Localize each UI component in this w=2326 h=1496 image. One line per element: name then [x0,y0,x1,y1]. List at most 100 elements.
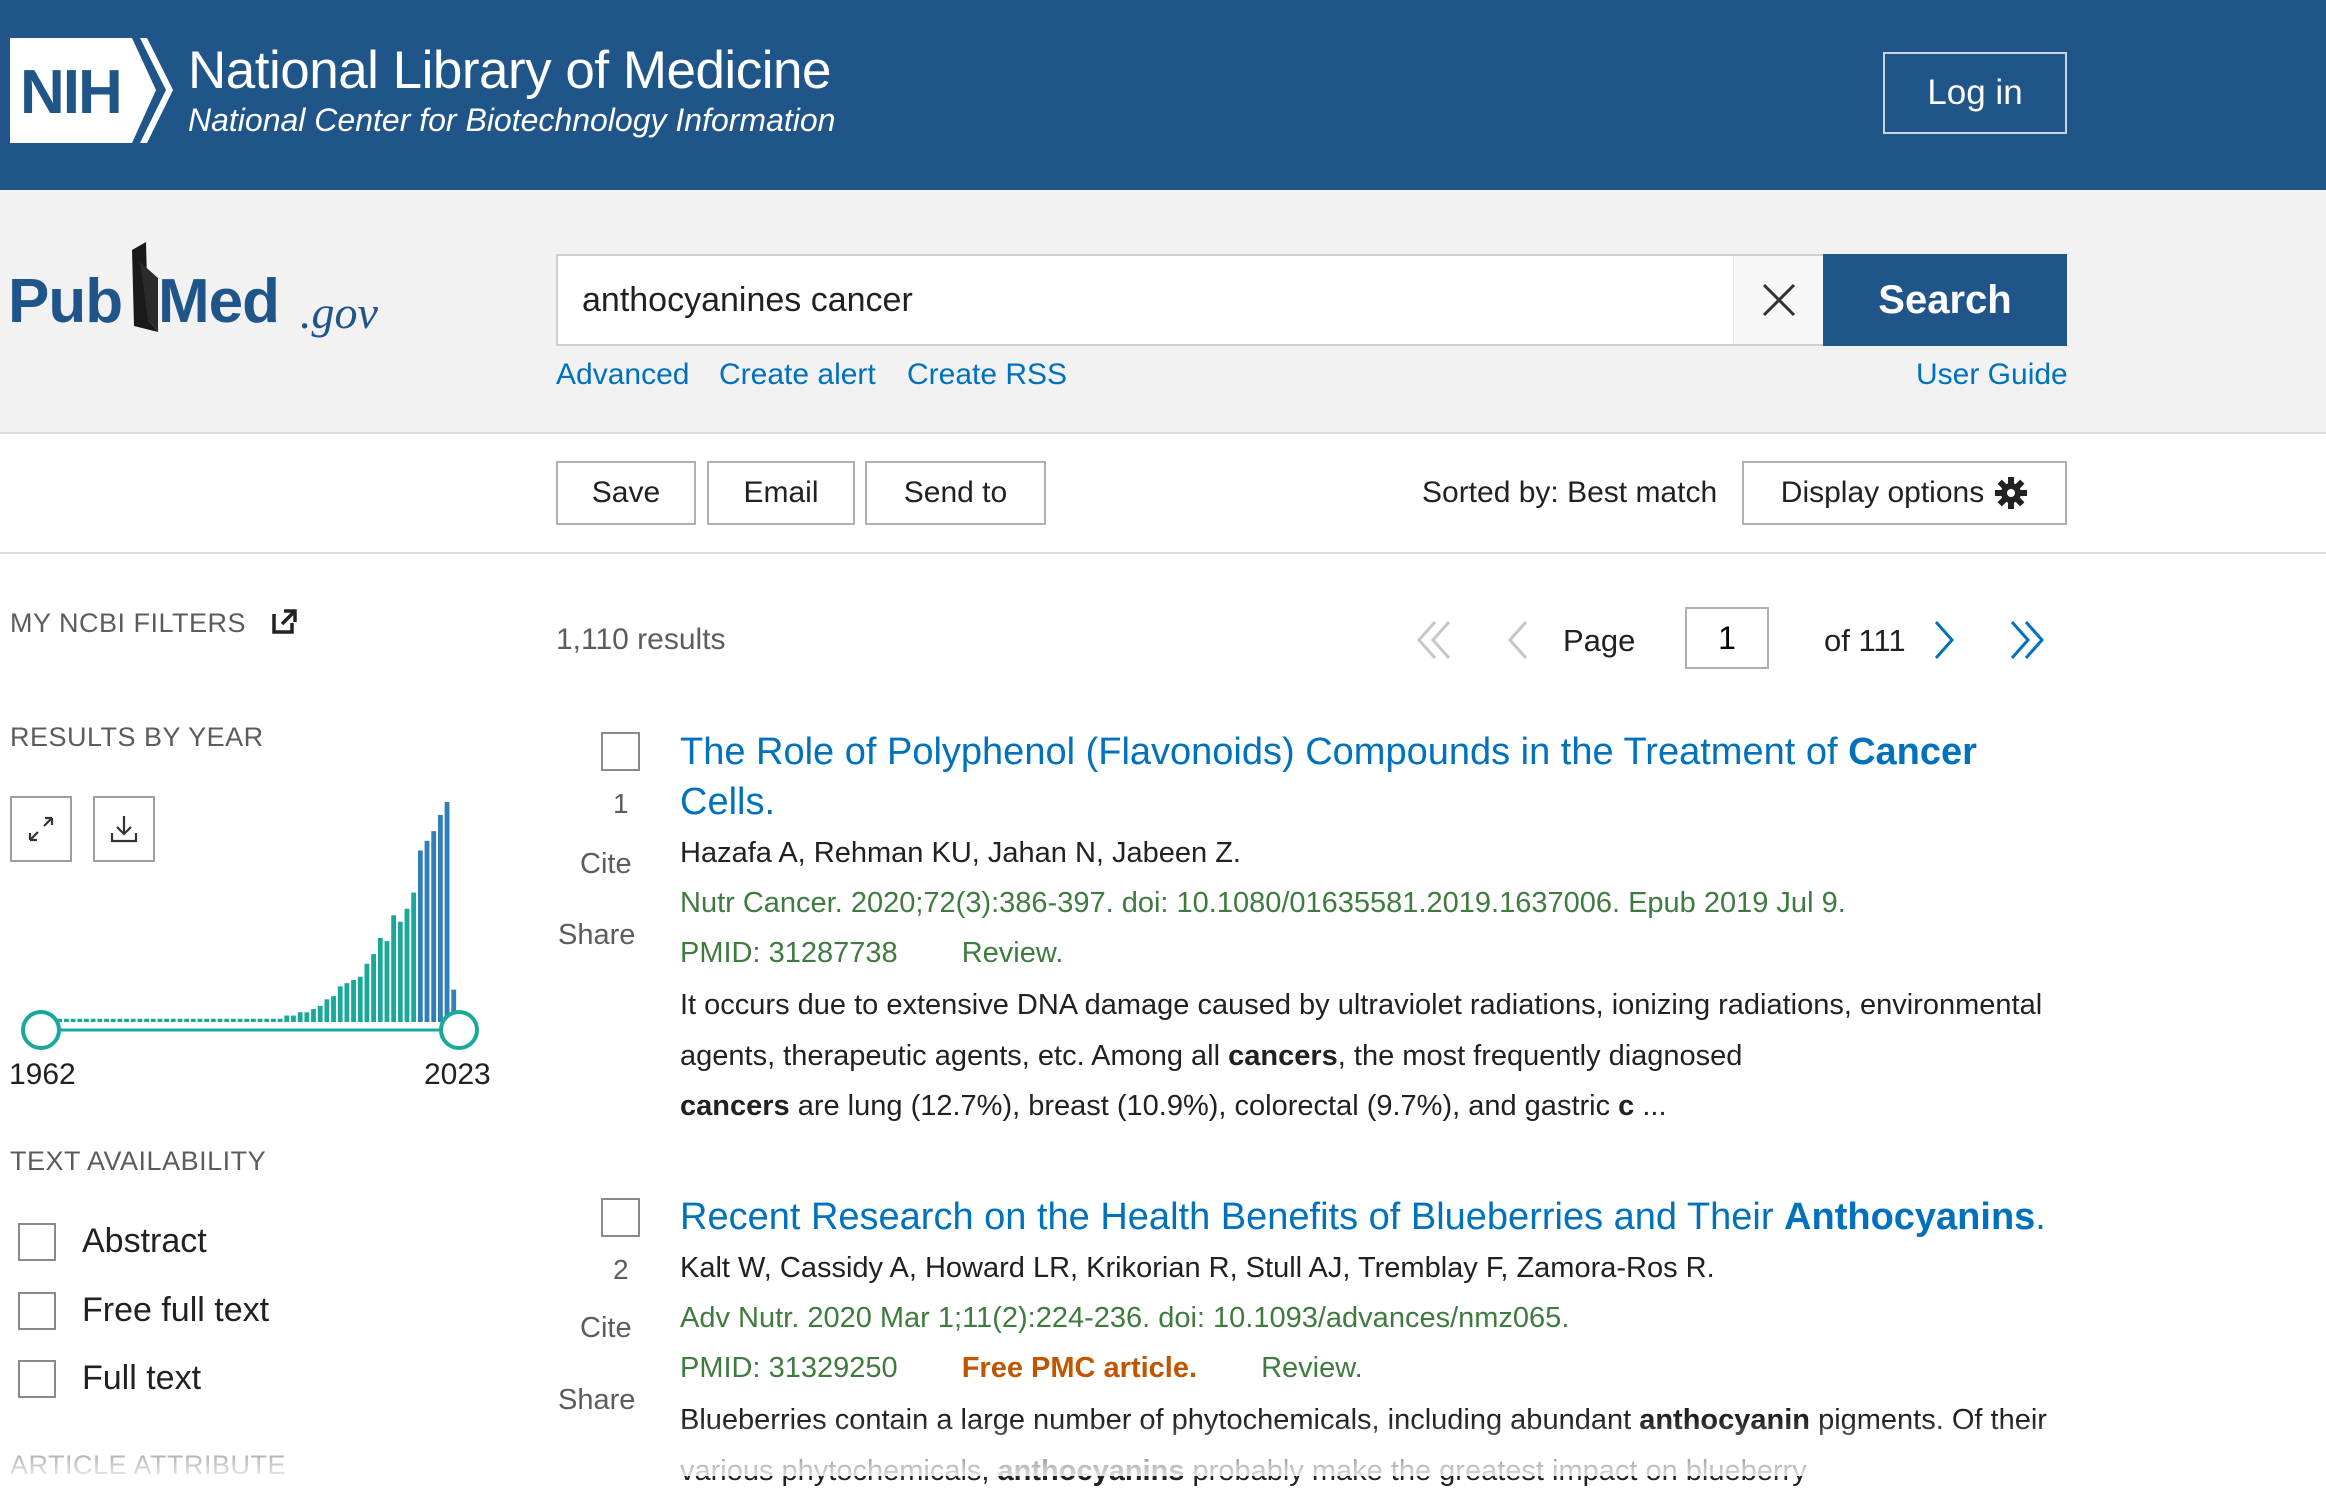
histogram-bar[interactable] [317,1005,323,1022]
send-to-button[interactable]: Send to [865,461,1046,525]
result-checkbox[interactable] [601,1198,640,1237]
histogram-bar[interactable] [110,1018,116,1022]
histogram-bar[interactable] [311,1009,316,1022]
histogram-bar[interactable] [344,983,350,1022]
histogram-bar[interactable] [264,1018,270,1022]
free-pmc-badge[interactable]: Free PMC article. [962,1352,1197,1384]
histogram-bar[interactable] [351,979,356,1022]
histogram-bar[interactable] [417,850,423,1022]
nih-logo[interactable]: NIH [10,38,175,143]
histogram-bar[interactable] [391,915,397,1022]
advanced-link[interactable]: Advanced [556,358,689,392]
histogram-bar[interactable] [424,840,430,1022]
histogram-bar[interactable] [90,1018,96,1022]
result-checkbox[interactable] [601,732,640,771]
histogram-bar[interactable] [184,1018,190,1022]
search-button[interactable]: Search [1823,254,2067,346]
filter-free-full-text[interactable]: Free full text [18,1291,269,1330]
histogram-bar[interactable] [104,1018,109,1022]
clear-search-button[interactable] [1733,256,1824,344]
pubmed-logo-gov: .gov [300,287,379,338]
histogram-bar[interactable] [371,954,376,1022]
histogram-bar[interactable] [204,1018,210,1022]
histogram-bar[interactable] [117,1018,123,1022]
first-page-button[interactable] [1405,610,1465,670]
histogram-bar[interactable] [404,908,410,1022]
histogram-bar[interactable] [251,1018,256,1022]
histogram-bar[interactable] [64,1018,69,1022]
histogram-bar[interactable] [130,1018,136,1022]
result-title-link[interactable]: The Role of Polyphenol (Flavonoids) Comp… [680,727,2050,827]
search-input[interactable] [556,254,1826,346]
histogram-bar[interactable] [210,1018,216,1022]
filter-checkbox[interactable] [18,1222,56,1261]
result-number: 2 [613,1254,629,1285]
share-button[interactable]: Share [558,1384,635,1417]
last-page-button[interactable] [1996,610,2056,670]
histogram-bar[interactable] [144,1018,149,1022]
filter-abstract[interactable]: Abstract [18,1222,207,1261]
filter-checkbox[interactable] [18,1359,56,1398]
histogram-bar[interactable] [331,996,336,1022]
email-button[interactable]: Email [707,461,855,525]
histogram-bar[interactable] [284,1015,290,1022]
histogram-bar[interactable] [70,1018,76,1022]
histogram-bar[interactable] [437,814,443,1022]
histogram-bar[interactable] [230,1018,236,1022]
histogram-bar[interactable] [77,1018,83,1022]
year-start-handle[interactable] [21,1010,61,1050]
cite-button[interactable]: Cite [580,1312,632,1345]
histogram-bar[interactable] [177,1018,183,1022]
histogram-bar[interactable] [224,1018,230,1022]
page-number-input[interactable] [1685,607,1769,669]
histogram-bar[interactable] [384,941,390,1022]
filter-full-text[interactable]: Full text [18,1359,201,1398]
histogram-bar[interactable] [257,1018,263,1022]
user-guide-link[interactable]: User Guide [1916,358,2068,392]
display-options-button[interactable]: Display options [1742,461,2067,525]
histogram-bar[interactable] [237,1018,243,1022]
login-button[interactable]: Log in [1883,52,2067,134]
year-end-handle[interactable] [439,1010,479,1050]
share-button[interactable]: Share [558,919,635,952]
cite-button[interactable]: Cite [580,848,632,881]
histogram-bar[interactable] [217,1018,223,1022]
histogram-bar[interactable] [397,921,403,1022]
histogram-bar[interactable] [304,1012,310,1022]
histogram-bar[interactable] [324,999,330,1022]
histogram-bar[interactable] [197,1018,203,1022]
histogram-bar[interactable] [190,1018,196,1022]
result-title-link[interactable]: Recent Research on the Health Benefits o… [680,1192,2050,1242]
histogram-bar[interactable] [444,802,450,1022]
histogram-bar[interactable] [97,1018,103,1022]
histogram-bar[interactable] [170,1018,176,1022]
filter-checkbox[interactable] [18,1291,56,1330]
pubmed-logo[interactable]: Pub Med .gov [8,240,398,350]
create-alert-link[interactable]: Create alert [719,358,876,392]
histogram-bar[interactable] [337,986,343,1022]
histogram-bar[interactable] [357,976,363,1022]
histogram-bar[interactable] [124,1018,129,1022]
histogram-bar[interactable] [277,1018,283,1022]
histogram-bar[interactable] [150,1018,156,1022]
nih-title[interactable]: National Library of Medicine [188,40,831,101]
histogram-bar[interactable] [84,1018,89,1022]
my-ncbi-filters-heading[interactable]: MY NCBI FILTERS [10,608,298,639]
histogram-bar[interactable] [157,1018,163,1022]
results-by-year-chart[interactable] [10,790,500,1090]
histogram-bar[interactable] [271,1018,276,1022]
histogram-bar[interactable] [137,1018,143,1022]
save-button[interactable]: Save [556,461,696,525]
next-page-button[interactable] [1912,610,1972,670]
histogram-bar[interactable] [164,1018,169,1022]
create-rss-link[interactable]: Create RSS [907,358,1067,392]
histogram-bar[interactable] [364,963,370,1022]
histogram-bar[interactable] [244,1018,250,1022]
sort-label[interactable]: Sorted by: Best match [1422,476,1717,510]
histogram-bar[interactable] [431,831,437,1022]
histogram-bar[interactable] [291,1015,296,1022]
histogram-bar[interactable] [377,937,383,1022]
histogram-bar[interactable] [297,1012,303,1022]
prev-page-button[interactable] [1490,610,1550,670]
histogram-bar[interactable] [411,892,417,1022]
